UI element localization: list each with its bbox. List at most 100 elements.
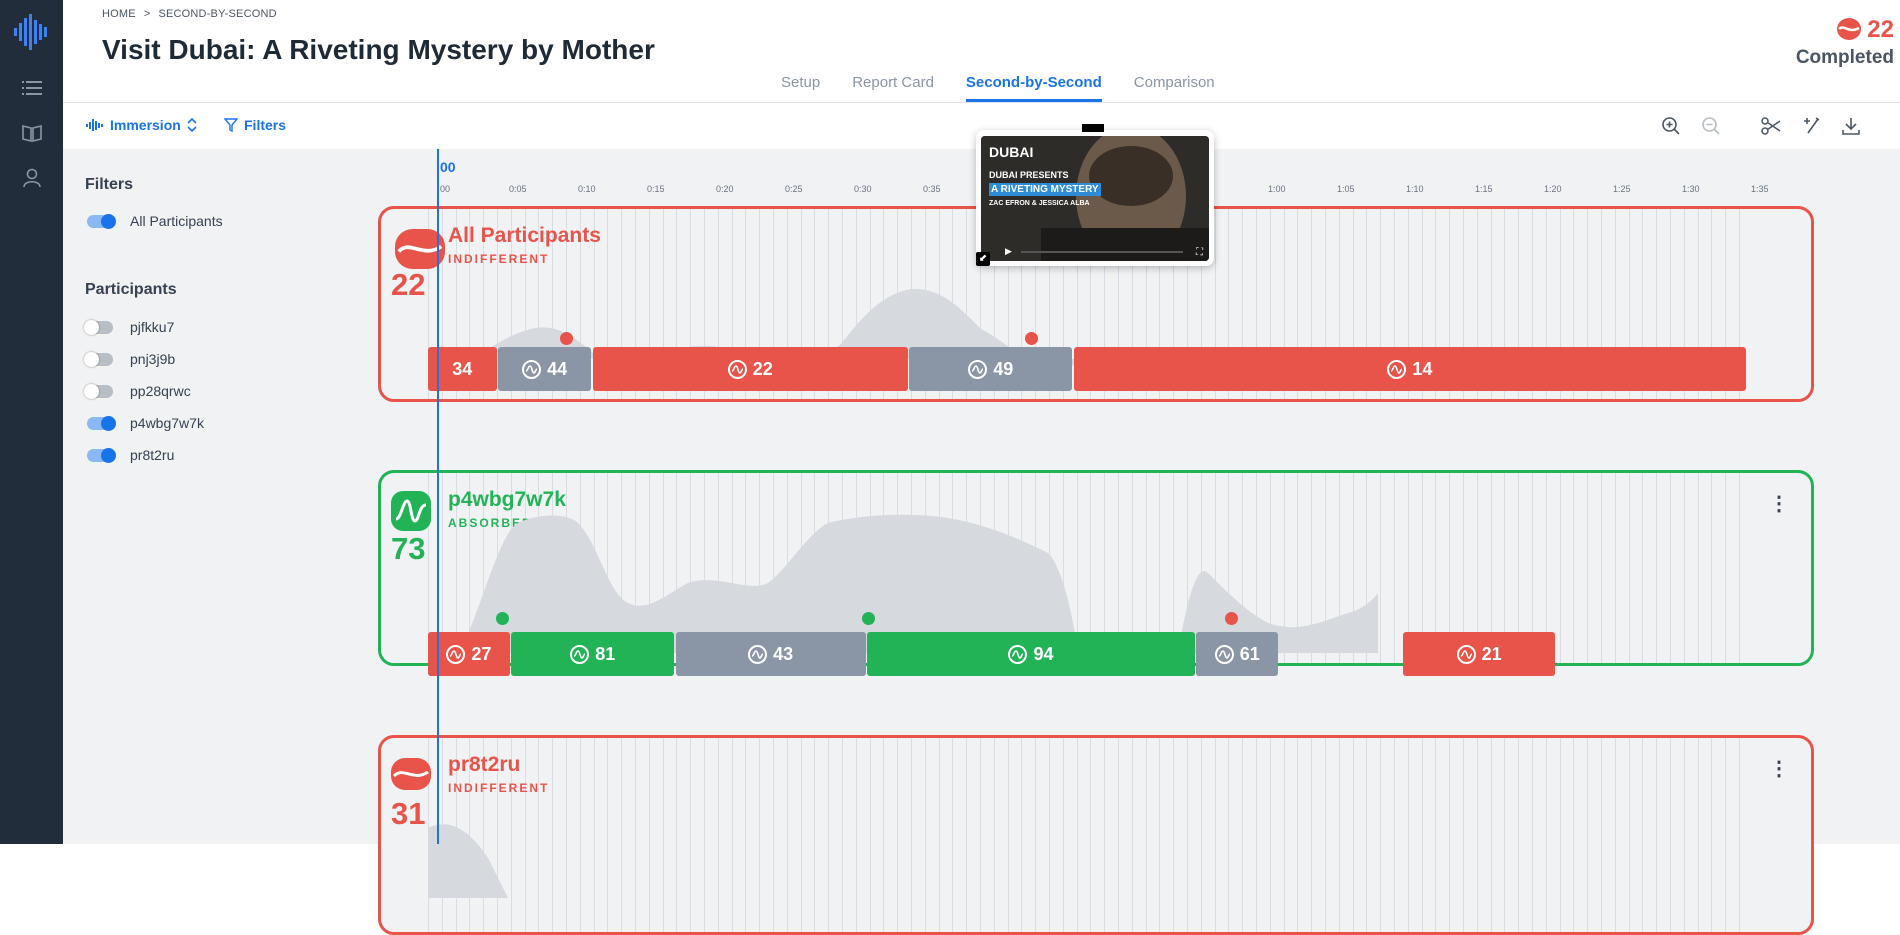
gridline: [993, 738, 995, 932]
breadcrumb-home[interactable]: HOME: [102, 8, 136, 20]
participant-label: pp28qrwc: [130, 383, 191, 399]
time-tick: 1:15: [1475, 184, 1493, 194]
segment-red[interactable]: 22: [592, 347, 908, 391]
wave-icon: [446, 644, 466, 664]
participant-toggle-p4wbg7w7k[interactable]: [87, 416, 116, 431]
gridline: [924, 738, 926, 932]
gridline: [1090, 738, 1092, 932]
gridline: [731, 738, 733, 932]
gridline: [1656, 738, 1658, 932]
gridline: [966, 738, 968, 932]
gridline: [662, 738, 664, 932]
tab-comparison[interactable]: Comparison: [1134, 74, 1215, 102]
gridline: [1242, 738, 1244, 932]
gridline: [1269, 738, 1271, 932]
tab-setup[interactable]: Setup: [781, 74, 820, 102]
person-icon[interactable]: [0, 168, 63, 188]
gridline: [938, 738, 940, 932]
event-marker[interactable]: [496, 612, 509, 625]
segment-red[interactable]: 21: [1403, 632, 1555, 676]
segment-gray[interactable]: 43: [675, 632, 866, 676]
tab-second-by-second[interactable]: Second-by-Second: [965, 74, 1102, 102]
segment-gray[interactable]: 61: [1196, 632, 1279, 676]
participant-toggle-pp28qrwc[interactable]: [84, 384, 113, 399]
gridline: [1435, 738, 1437, 932]
gridline: [1463, 738, 1464, 932]
gridline: [1407, 738, 1409, 932]
filters-button[interactable]: Filters: [224, 117, 286, 133]
segment-value: 27: [471, 643, 492, 664]
wave-icon: [968, 359, 988, 379]
play-icon[interactable]: ▶: [1005, 246, 1012, 257]
track-score: 31: [391, 796, 426, 831]
participant-toggle-pr8t2ru[interactable]: [87, 448, 116, 463]
participant-toggle-pnj3j9b[interactable]: [84, 352, 113, 367]
segment-gray[interactable]: 44: [497, 347, 592, 391]
video-preview[interactable]: DUBAI DUBAI PRESENTS A RIVETING MYSTERY …: [976, 124, 1214, 266]
all-participants-toggle[interactable]: [87, 214, 116, 229]
segment-bar: 34 44 22 49 14: [428, 347, 1746, 391]
time-tick: 0:25: [785, 184, 803, 194]
segment-gray[interactable]: 49: [909, 347, 1073, 391]
preview-pointer: [1082, 124, 1104, 132]
time-tick: 1:10: [1406, 184, 1424, 194]
fullscreen-icon[interactable]: ⛶: [1196, 247, 1203, 258]
zoom-out-icon[interactable]: [1700, 115, 1722, 137]
gridline: [635, 738, 636, 932]
tab-report-card[interactable]: Report Card: [852, 74, 934, 102]
segment-green[interactable]: 94: [866, 632, 1196, 676]
time-tick: 0:20: [716, 184, 734, 194]
time-tick: 1:35: [1751, 184, 1769, 194]
track-menu-button[interactable]: ⋮: [1769, 491, 1789, 516]
gridline: [1683, 738, 1685, 932]
event-marker[interactable]: [1025, 332, 1038, 345]
segment-red[interactable]: 27: [428, 632, 510, 676]
completed-counter: 22 Completed: [1796, 16, 1894, 69]
immersion-dropdown[interactable]: Immersion: [86, 117, 197, 133]
video-progress-bar[interactable]: [1021, 251, 1183, 253]
gridline: [1739, 738, 1740, 932]
participant-toggle-pjfkku7[interactable]: [84, 320, 113, 335]
gridline: [897, 738, 899, 932]
gridline: [1021, 738, 1023, 932]
waveform-logo-icon[interactable]: [0, 14, 63, 50]
segment-value: 34: [452, 358, 473, 379]
segment-value: 43: [773, 643, 794, 664]
event-marker[interactable]: [560, 332, 573, 345]
gridline: [814, 738, 816, 932]
gridline: [1490, 738, 1492, 932]
segment-value: 94: [1033, 643, 1054, 664]
wave-icon: [727, 359, 747, 379]
add-annotation-icon[interactable]: [1800, 115, 1822, 137]
gridline: [704, 738, 705, 932]
zoom-in-icon[interactable]: [1660, 115, 1682, 137]
book-icon[interactable]: [0, 124, 63, 142]
gridline: [869, 738, 871, 932]
time-tick: 1:20: [1544, 184, 1562, 194]
gridline: [1573, 738, 1575, 932]
gridline: [1145, 738, 1147, 932]
segment-value: 49: [993, 358, 1014, 379]
gridline: [1532, 738, 1533, 932]
list-icon[interactable]: [0, 80, 63, 96]
participant-label: p4wbg7w7k: [130, 415, 204, 431]
gridline: [1118, 738, 1119, 932]
video-line3: ZAC EFRON & JESSICA ALBA: [989, 200, 1090, 207]
download-icon[interactable]: [1840, 115, 1862, 137]
playhead[interactable]: [437, 149, 439, 844]
participant-label: pnj3j9b: [130, 351, 176, 367]
wave-icon: [1387, 359, 1407, 379]
gridline: [1476, 738, 1478, 932]
segment-red[interactable]: 14: [1073, 347, 1746, 391]
event-marker[interactable]: [862, 612, 875, 625]
event-marker[interactable]: [1225, 612, 1238, 625]
wave-icon: [1456, 644, 1476, 664]
gridline: [1200, 738, 1202, 932]
resize-handle-icon[interactable]: ⬋: [976, 252, 990, 266]
gridline: [911, 738, 912, 932]
track-menu-button[interactable]: ⋮: [1769, 756, 1789, 781]
scissors-icon[interactable]: [1760, 115, 1782, 137]
gridline: [1614, 738, 1616, 932]
segment-green[interactable]: 81: [511, 632, 675, 676]
funnel-icon: [224, 118, 238, 132]
